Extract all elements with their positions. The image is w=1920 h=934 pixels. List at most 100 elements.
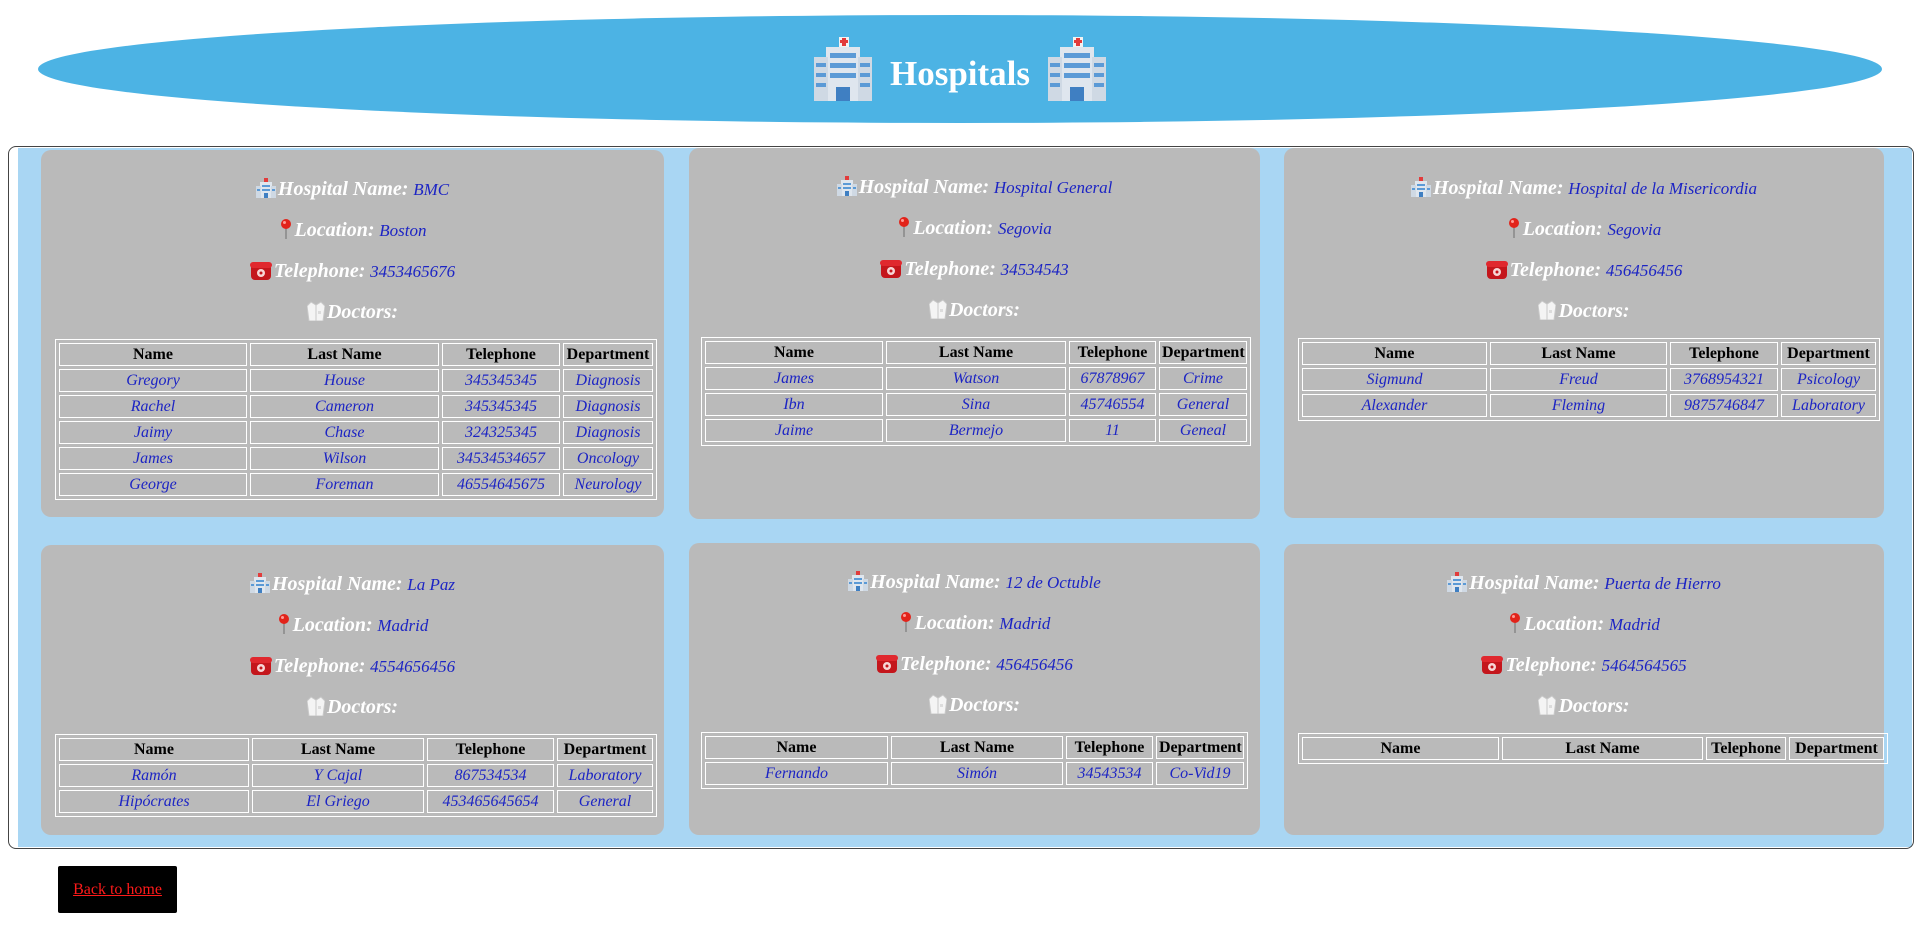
page-title: Hospitals [889, 54, 1031, 93]
table-cell: Jaime [705, 419, 883, 442]
hospital-location-label: Location: [914, 612, 995, 634]
column-header: Name [59, 343, 247, 366]
page-header: Hospitals [38, 15, 1882, 123]
table-row: James Watson 67878967 Crime [705, 367, 1247, 390]
table-cell: 345345345 [442, 369, 560, 392]
table-cell: Ibn [705, 393, 883, 416]
lab-coat-icon [306, 696, 325, 716]
table-header-row: Name Last Name Telephone Department [1302, 342, 1876, 365]
lab-coat-icon [928, 694, 947, 714]
telephone-icon [880, 260, 903, 278]
hospital-telephone-label: Telephone: [273, 260, 366, 282]
table-cell: El Griego [252, 790, 424, 813]
hospital-location-label: Location: [1522, 218, 1603, 240]
hospital-telephone-value: 3453465676 [370, 262, 456, 281]
doctors-table: Name Last Name Telephone Department James Wat… [701, 337, 1251, 446]
hospital-location-label: Location: [913, 217, 994, 239]
hospital-icon [1447, 572, 1468, 592]
hospital-location: Location: Madrid [1284, 613, 1884, 636]
column-header: Telephone [1066, 736, 1153, 759]
table-cell: Freud [1490, 368, 1667, 391]
hospital-icon [1410, 177, 1431, 197]
table-cell: Neurology [563, 473, 653, 496]
lab-coat-icon [306, 301, 325, 321]
hospital-card: Hospital Name: Hospital de la Misericord… [1284, 148, 1884, 518]
hospital-name-value: Hospital General [993, 178, 1113, 197]
hospital-name-label: Hospital Name: [870, 571, 1001, 593]
hospital-telephone-value: 4554656456 [370, 657, 456, 676]
table-row: Alexander Fleming 9875746847 Laboratory [1302, 394, 1876, 417]
column-header: Telephone [1670, 342, 1778, 365]
table-cell: 46554645675 [442, 473, 560, 496]
hospital-location: Location: Madrid [41, 614, 664, 637]
telephone-icon [1481, 656, 1504, 674]
table-row: Gregory House 345345345 Diagnosis [59, 369, 653, 392]
table-cell: James [705, 367, 883, 390]
table-cell: 453465645654 [427, 790, 554, 813]
table-cell: Y Cajal [252, 764, 424, 787]
doctors-table: Name Last Name Telephone Department Sigmund F… [1298, 338, 1880, 421]
column-header: Name [1302, 342, 1487, 365]
table-cell: Simón [891, 762, 1063, 785]
table-cell: Crime [1159, 367, 1247, 390]
doctors-heading: Doctors: [1284, 300, 1884, 323]
location-pin-icon [897, 217, 911, 237]
hospital-telephone: Telephone: 34534543 [689, 258, 1260, 281]
location-pin-icon [1507, 218, 1521, 238]
location-pin-icon [277, 614, 291, 634]
column-header: Department [1159, 341, 1247, 364]
back-home-button[interactable]: Back to home [58, 866, 177, 913]
hospital-telephone: Telephone: 3453465676 [41, 260, 664, 283]
column-header: Department [563, 343, 653, 366]
hospital-telephone-label: Telephone: [904, 258, 996, 280]
table-cell: General [1159, 393, 1247, 416]
column-header: Telephone [1069, 341, 1156, 364]
doctors-heading-label: Doctors: [326, 696, 399, 718]
hospital-telephone: Telephone: 5464564565 [1284, 654, 1884, 677]
column-header: Last Name [886, 341, 1066, 364]
table-cell: Diagnosis [563, 395, 653, 418]
table-cell: 67878967 [1069, 367, 1156, 390]
table-header-row: Name Last Name Telephone Department [705, 341, 1247, 364]
table-cell: House [250, 369, 439, 392]
telephone-icon [1485, 261, 1508, 279]
hospital-name-label: Hospital Name: [271, 573, 403, 595]
table-cell: Rachel [59, 395, 247, 418]
table-row: James Wilson 34534534657 Oncology [59, 447, 653, 470]
hospital-location-value: Segovia [1607, 220, 1662, 239]
lab-coat-icon [928, 299, 947, 319]
hospital-telephone-value: 34534543 [1000, 260, 1069, 279]
hospital-name-label: Hospital Name: [1469, 572, 1600, 594]
hospital-location-label: Location: [294, 219, 375, 241]
table-row: Rachel Cameron 345345345 Diagnosis [59, 395, 653, 418]
column-header: Telephone [1706, 737, 1786, 760]
table-cell: Gregory [59, 369, 247, 392]
table-header-row: Name Last Name Telephone Department [59, 738, 653, 761]
column-header: Last Name [1490, 342, 1667, 365]
table-cell: 324325345 [442, 421, 560, 444]
back-home-link[interactable]: Back to home [73, 881, 162, 899]
hospital-name-value: La Paz [407, 575, 455, 594]
table-cell: Watson [886, 367, 1066, 390]
table-row: George Foreman 46554645675 Neurology [59, 473, 653, 496]
hospital-telephone-value: 5464564565 [1601, 656, 1687, 675]
doctors-heading-label: Doctors: [326, 301, 399, 323]
hospital-name: Hospital Name: BMC [41, 178, 664, 201]
telephone-icon [249, 657, 272, 675]
hospital-location: Location: Segovia [1284, 218, 1884, 241]
hospital-telephone-label: Telephone: [1509, 259, 1602, 281]
table-row: Ibn Sina 45746554 General [705, 393, 1247, 416]
table-cell: Fernando [705, 762, 888, 785]
hospital-name-value: Puerta de Hierro [1604, 574, 1721, 593]
doctors-heading-label: Doctors: [1558, 300, 1630, 322]
table-cell: Oncology [563, 447, 653, 470]
table-cell: Chase [250, 421, 439, 444]
column-header: Department [1781, 342, 1876, 365]
doctors-table: Name Last Name Telephone Department [1298, 733, 1888, 764]
location-pin-icon [279, 219, 293, 239]
table-header-row: Name Last Name Telephone Department [705, 736, 1244, 759]
hospital-telephone-label: Telephone: [900, 653, 992, 675]
doctors-heading: Doctors: [689, 299, 1260, 322]
hospital-location-value: Madrid [377, 616, 429, 635]
hospital-icon [249, 573, 270, 593]
